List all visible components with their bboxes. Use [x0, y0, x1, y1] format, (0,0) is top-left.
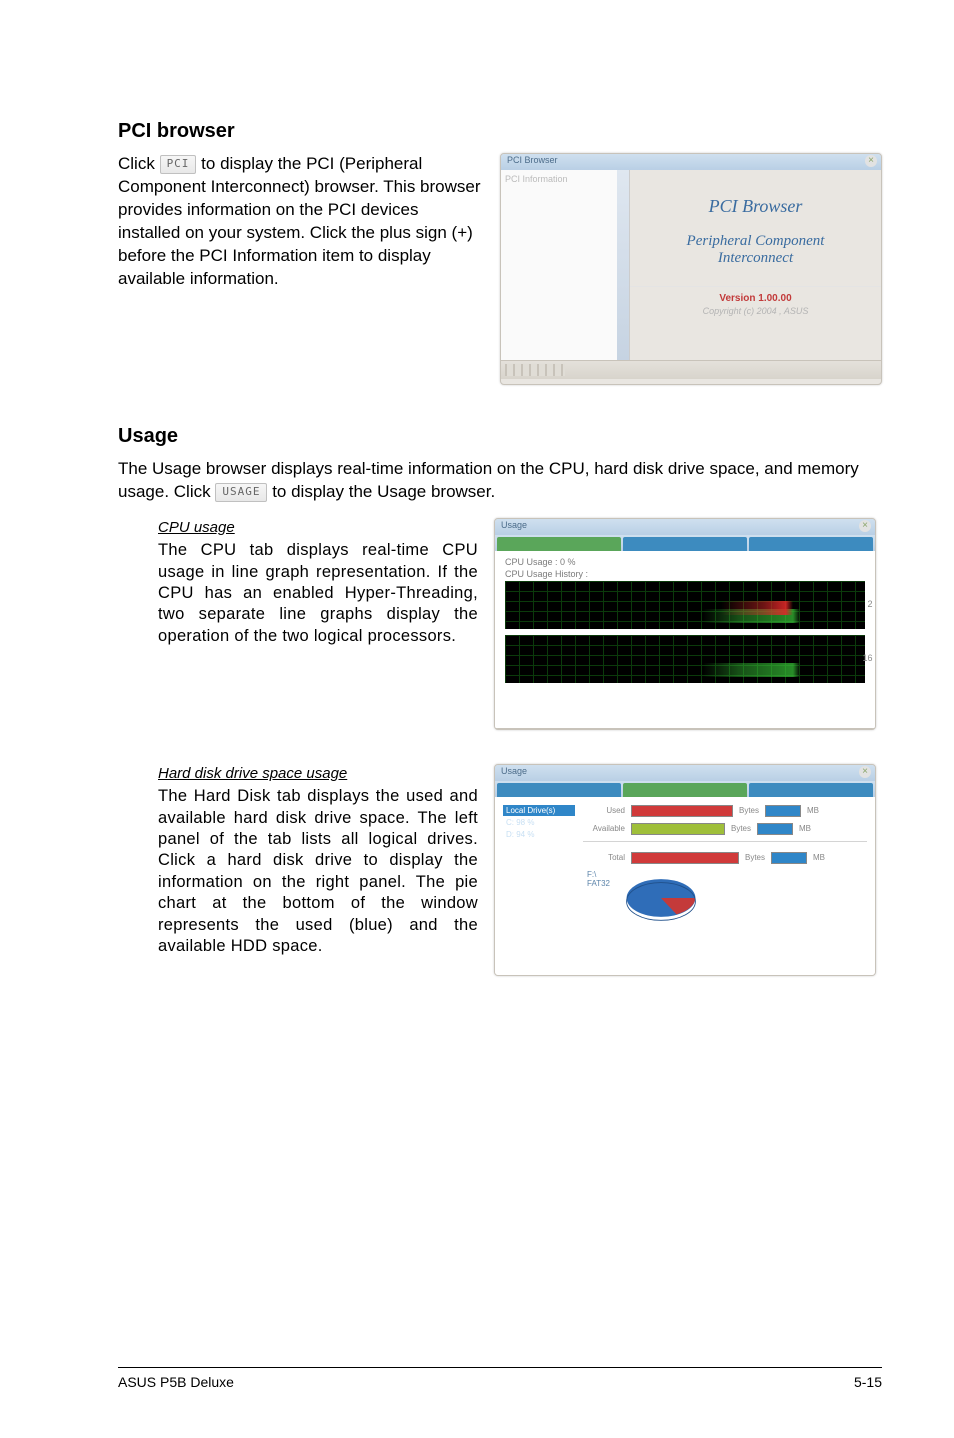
- tab-harddisk[interactable]: [623, 537, 747, 551]
- close-icon[interactable]: ×: [859, 520, 871, 532]
- pci-copyright: Copyright (c) 2004 , ASUS: [630, 306, 881, 316]
- cpu-window-title-text: Usage: [501, 520, 527, 530]
- hdd-tabs: [495, 781, 875, 797]
- hdd-subhead: Hard disk drive space usage: [158, 764, 478, 784]
- window-footer-strip: [501, 360, 881, 379]
- hdd-avail-unit1: Bytes: [731, 824, 751, 833]
- pci-paragraph: Click PCI to display the PCI (Peripheral…: [118, 153, 484, 291]
- hdd-legend-fs: FAT32: [587, 879, 610, 888]
- hdd-avail-unit2: MB: [799, 824, 811, 833]
- hdd-total-unit1: Bytes: [745, 853, 765, 862]
- window-footer-strip: [495, 728, 875, 730]
- hdd-drive-c[interactable]: C: 98 %: [503, 817, 575, 828]
- hdd-window-titlebar: Usage ×: [495, 765, 875, 781]
- cpu-paragraph: The CPU tab displays real-time CPU usage…: [158, 540, 478, 647]
- pci-icon[interactable]: PCI: [160, 155, 197, 174]
- hdd-used-bar-mb: [765, 805, 801, 817]
- page-footer: ASUS P5B Deluxe 5-15: [118, 1367, 882, 1390]
- hdd-row-used: Used Bytes MB: [583, 805, 867, 817]
- hdd-used-bar: [631, 805, 733, 817]
- tab-cpu[interactable]: [497, 783, 621, 797]
- pci-tree-panel[interactable]: PCI Information: [501, 170, 630, 360]
- usage-heading: Usage: [118, 425, 882, 448]
- hdd-window-title-text: Usage: [501, 766, 527, 776]
- hdd-total-bar: [631, 852, 739, 864]
- close-icon[interactable]: ×: [859, 766, 871, 778]
- usage-icon[interactable]: USAGE: [215, 483, 267, 502]
- cpu-usage-label: CPU Usage : 0 %: [505, 557, 865, 567]
- usage-intro-post: to display the Usage browser.: [272, 482, 495, 501]
- usage-intro: The Usage browser displays real-time inf…: [118, 458, 882, 504]
- tab-memory[interactable]: [749, 537, 873, 551]
- hdd-info-panel: Used Bytes MB Available Bytes: [583, 805, 867, 970]
- scrollbar[interactable]: [617, 170, 629, 360]
- cpu-graph-1: [505, 581, 865, 629]
- hdd-row-total: Total Bytes MB: [583, 852, 867, 864]
- tab-cpu[interactable]: [497, 537, 621, 551]
- cpu-pct-2: 16 %: [862, 653, 876, 665]
- hdd-used-unit2: MB: [807, 806, 819, 815]
- cpu-body: CPU Usage : 0 % CPU Usage History : 2 %: [495, 551, 875, 728]
- pci-para-post: to display the PCI (Peripheral Component…: [118, 154, 481, 288]
- footer-left: ASUS P5B Deluxe: [118, 1374, 234, 1390]
- cpu-tabs: [495, 535, 875, 551]
- footer-page-number: 5-15: [854, 1374, 882, 1390]
- cpu-pct-1: 2 %: [867, 599, 876, 611]
- pci-browser-window: PCI Browser × PCI Information PCI Browse…: [500, 153, 882, 385]
- tab-memory[interactable]: [749, 783, 873, 797]
- hdd-paragraph: The Hard Disk tab displays the used and …: [158, 786, 478, 958]
- pci-main-title: PCI Browser: [630, 196, 881, 217]
- hdd-avail-label: Available: [583, 824, 625, 833]
- pci-window-title-text: PCI Browser: [507, 155, 558, 165]
- pci-heading: PCI browser: [118, 120, 882, 143]
- hdd-usage-window: Usage × Local Drive(s) C: 98 % D: 94 %: [494, 764, 876, 976]
- hdd-legend-drive: F:\: [587, 870, 610, 879]
- pci-sub2: Interconnect: [718, 250, 793, 266]
- pci-tree-item[interactable]: PCI Information: [505, 174, 568, 184]
- pci-window-titlebar: PCI Browser ×: [501, 154, 881, 170]
- hdd-total-unit2: MB: [813, 853, 825, 862]
- hdd-used-label: Used: [583, 806, 625, 815]
- pci-sub1: Peripheral Component: [687, 233, 825, 249]
- hdd-used-unit1: Bytes: [739, 806, 759, 815]
- hdd-drive-d[interactable]: D: 94 %: [503, 829, 575, 840]
- cpu-subhead: CPU usage: [158, 518, 478, 538]
- cpu-window-titlebar: Usage ×: [495, 519, 875, 535]
- hdd-avail-bar-mb: [757, 823, 793, 835]
- hdd-avail-bar: [631, 823, 725, 835]
- pci-main-panel: PCI Browser Peripheral Component Interco…: [630, 170, 881, 360]
- tab-harddisk[interactable]: [623, 783, 747, 797]
- close-icon[interactable]: ×: [865, 155, 877, 167]
- hdd-total-label: Total: [583, 853, 625, 862]
- cpu-usage-window: Usage × CPU Usage : 0 % CPU Usage Histor…: [494, 518, 876, 730]
- pci-para-pre: Click: [118, 154, 160, 173]
- hdd-drive-header: Local Drive(s): [503, 805, 575, 816]
- hdd-legend: F:\ FAT32: [587, 870, 610, 888]
- hdd-pie-chart: [618, 872, 704, 924]
- hdd-body: Local Drive(s) C: 98 % D: 94 % Used Byte…: [495, 797, 875, 976]
- pci-version: Version 1.00.00: [630, 286, 881, 304]
- hdd-total-bar-mb: [771, 852, 807, 864]
- cpu-graph-2: [505, 635, 865, 683]
- cpu-history-label: CPU Usage History :: [505, 569, 865, 579]
- pci-main-subtitle: Peripheral Component Interconnect: [630, 233, 881, 268]
- hdd-row-avail: Available Bytes MB: [583, 823, 867, 835]
- hdd-drive-list[interactable]: Local Drive(s) C: 98 % D: 94 %: [503, 805, 575, 970]
